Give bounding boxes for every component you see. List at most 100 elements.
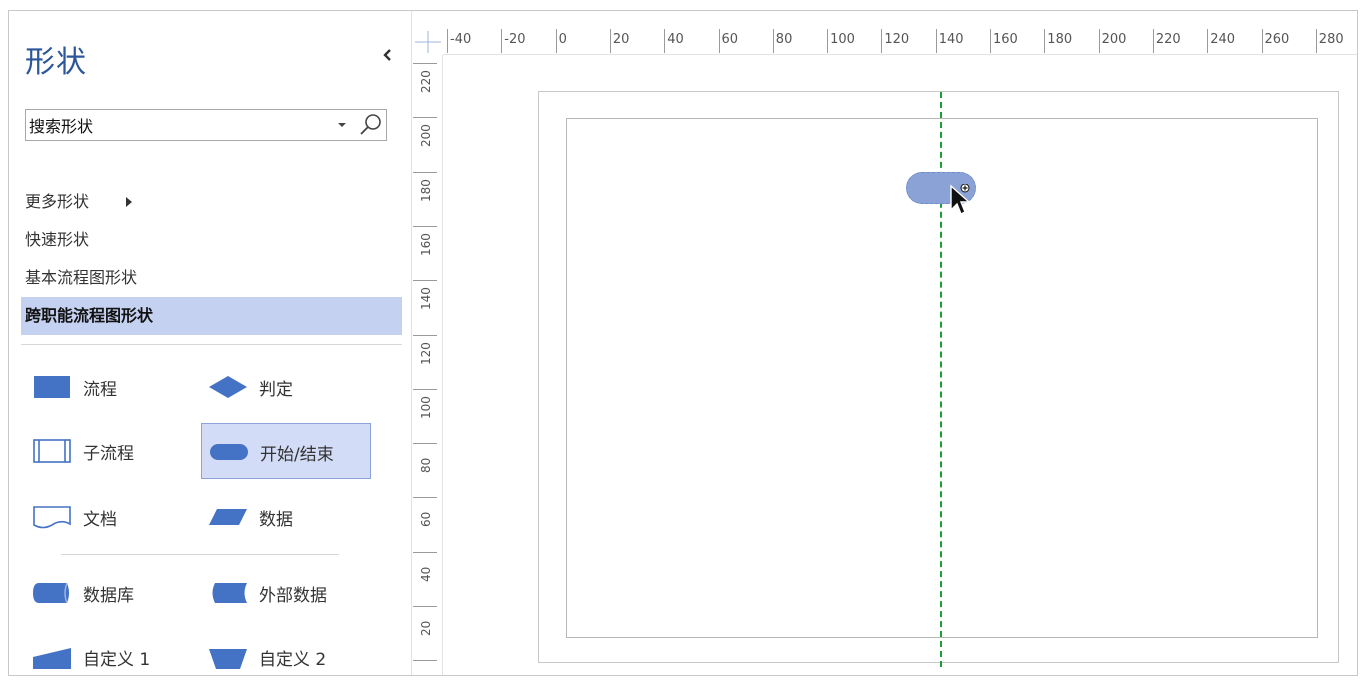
shape-label: 自定义 1 — [83, 650, 151, 670]
shape-data[interactable]: 数据 — [201, 489, 371, 545]
ruler-tick — [1207, 29, 1209, 53]
drawing-canvas[interactable] — [444, 56, 1357, 675]
ruler-label: 80 — [775, 32, 793, 47]
ruler-label: 220 — [1155, 32, 1181, 47]
ruler-label: 260 — [1264, 32, 1290, 47]
stencil-label: 跨职能流程图形状 — [25, 306, 154, 325]
decision-shape-icon — [209, 376, 247, 398]
search-button[interactable] — [358, 112, 384, 138]
stencil-label: 更多形状 — [25, 192, 90, 211]
shape-subprocess[interactable]: 子流程 — [25, 423, 195, 479]
shape-label: 自定义 2 — [259, 650, 327, 670]
ruler-tick — [1098, 29, 1100, 53]
cursor-copy-icon — [950, 184, 971, 215]
caret-down-icon — [338, 123, 346, 127]
ruler-tick — [1261, 29, 1263, 53]
database-shape-icon — [33, 582, 69, 604]
ruler-tick — [555, 29, 557, 53]
ruler-label: 100 — [419, 395, 433, 419]
ruler-label: 240 — [1210, 32, 1236, 47]
pane-splitter[interactable] — [411, 11, 412, 675]
shapes-pane: 形状 更多形状 — [9, 11, 411, 675]
shape-label: 数据 — [259, 510, 293, 530]
ruler-tick — [413, 280, 437, 282]
ruler-label: 120 — [419, 341, 433, 365]
ruler-tick — [990, 29, 991, 53]
stencil-list: 更多形状 快速形状 基本流程图形状 跨职能流程图形状 — [21, 183, 402, 335]
ruler-tick — [1152, 29, 1154, 53]
ruler-tick — [447, 29, 448, 53]
shape-external-data[interactable]: 外部数据 — [201, 565, 371, 621]
ruler-tick — [413, 63, 437, 64]
stencil-label: 基本流程图形状 — [25, 268, 138, 287]
search-icon — [360, 114, 381, 135]
ruler-label: 60 — [721, 32, 739, 47]
ruler-label: 200 — [1101, 32, 1127, 47]
stencil-basic-flowchart[interactable]: 基本流程图形状 — [21, 259, 402, 297]
shape-label: 外部数据 — [259, 586, 327, 606]
ruler-label: 180 — [419, 178, 433, 202]
shape-custom-2[interactable]: 自定义 2 — [201, 629, 371, 675]
shape-database[interactable]: 数据库 — [25, 565, 195, 621]
ruler-corner[interactable] — [413, 29, 443, 55]
crosshair-icon — [415, 31, 441, 53]
ruler-tick — [664, 29, 666, 53]
ruler-tick — [1315, 29, 1317, 53]
stencil-label: 快速形状 — [25, 230, 90, 249]
ruler-label: 160 — [419, 232, 433, 256]
ruler-label: 140 — [938, 32, 964, 47]
ruler-label: -40 — [450, 32, 472, 47]
divider — [21, 344, 402, 345]
ruler-tick — [501, 29, 503, 53]
ruler-label: 0 — [558, 32, 567, 47]
ruler-tick — [413, 225, 437, 227]
shape-custom-1[interactable]: 自定义 1 — [25, 629, 195, 675]
search-dropdown-button[interactable] — [335, 116, 349, 134]
shape-label: 判定 — [259, 380, 293, 400]
ruler-label: 20 — [419, 620, 433, 636]
terminator-shape-icon — [210, 444, 248, 460]
ruler-label: 60 — [419, 512, 433, 528]
shape-decision[interactable]: 判定 — [201, 359, 371, 415]
ruler-label: 140 — [419, 287, 433, 311]
manual-input-shape-icon — [33, 648, 71, 669]
shape-process[interactable]: 流程 — [25, 359, 195, 415]
collapse-pane-button[interactable] — [379, 45, 395, 65]
stencil-more-shapes[interactable]: 更多形状 — [21, 183, 402, 221]
ruler-tick — [609, 29, 611, 53]
ruler-tick — [413, 497, 437, 499]
stencil-cross-functional-flowchart[interactable]: 跨职能流程图形状 — [21, 297, 402, 335]
stencil-quick-shapes[interactable]: 快速形状 — [21, 221, 402, 259]
caret-right-icon — [126, 197, 132, 207]
ruler-label: 40 — [419, 566, 433, 582]
ruler-tick — [1044, 29, 1046, 53]
horizontal-ruler[interactable]: -40 -20 0 20 40 60 80 100 120 140 160 180 200 220 240 2… — [443, 29, 1357, 55]
chevron-left-icon — [383, 49, 391, 61]
ruler-tick — [413, 606, 437, 607]
ruler-label: 100 — [830, 32, 855, 47]
manual-operation-shape-icon — [209, 649, 247, 669]
search-input[interactable] — [29, 114, 329, 136]
ruler-label: 220 — [419, 70, 433, 93]
shape-label: 文档 — [83, 510, 117, 530]
vertical-ruler[interactable]: 220200180160140120100806040200 — [413, 55, 443, 675]
ruler-label: 280 — [1318, 32, 1344, 47]
process-shape-icon — [34, 376, 70, 398]
shape-label: 流程 — [83, 380, 117, 400]
external-data-shape-icon — [212, 583, 247, 603]
divider — [61, 554, 339, 555]
shape-start-end[interactable]: 开始/结束 — [201, 423, 371, 479]
ruler-tick — [413, 660, 437, 662]
document-shape-icon — [33, 506, 71, 529]
ruler-tick — [935, 29, 937, 53]
ruler-label: 160 — [993, 32, 1018, 47]
shape-label: 子流程 — [83, 444, 134, 464]
ruler-label: 120 — [884, 32, 910, 47]
ruler-label: -20 — [504, 32, 526, 47]
ruler-label: 180 — [1047, 32, 1073, 47]
app-window: 形状 更多形状 — [8, 10, 1358, 676]
ruler-tick — [413, 117, 437, 119]
ruler-label: 200 — [419, 124, 433, 148]
shape-document[interactable]: 文档 — [25, 489, 195, 545]
ruler-label: 80 — [419, 457, 433, 474]
